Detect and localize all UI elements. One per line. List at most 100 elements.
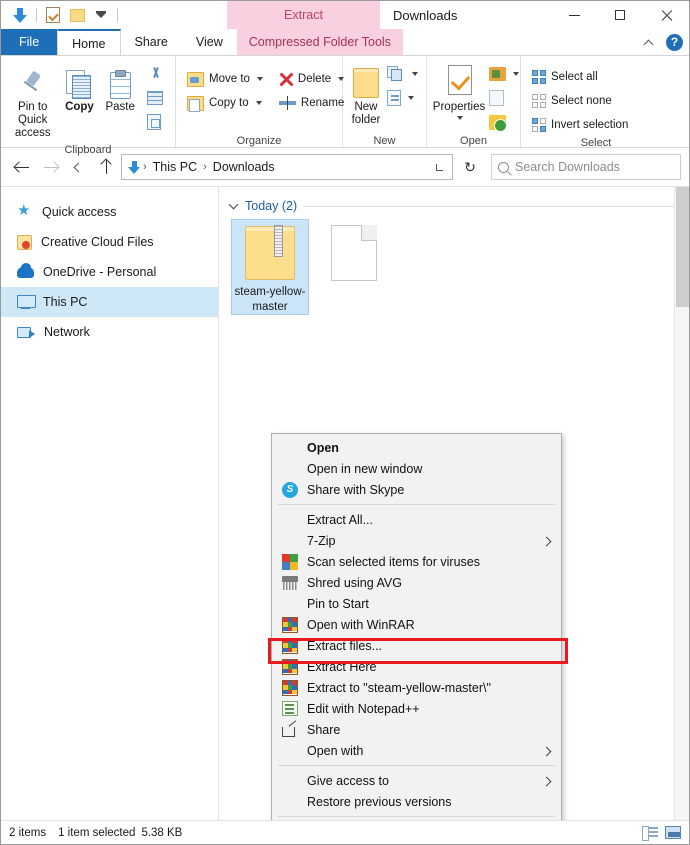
menu-icon-none	[280, 595, 300, 612]
search-input[interactable]: Search Downloads	[515, 160, 620, 174]
breadcrumb[interactable]: › This PC › Downloads	[121, 154, 453, 180]
avg-icon	[280, 553, 300, 570]
sidebar-item-this-pc[interactable]: This PC	[1, 287, 218, 317]
menu-item-open-in-new-window[interactable]: Open in new window	[272, 458, 561, 479]
sidebar-item-creative-cloud-files-label: Creative Cloud Files	[41, 235, 154, 249]
pin-to-quick-access-label: Pin to Quick access	[9, 101, 56, 141]
menu-item-open-with[interactable]: Open with	[272, 740, 561, 761]
menu-item-open[interactable]: Open	[272, 437, 561, 458]
group-header-today[interactable]: Today (2)	[229, 199, 689, 213]
menu-item-shred-using-avg[interactable]: Shred using AVG	[272, 572, 561, 593]
copy-label: Copy	[65, 101, 94, 114]
downloads-arrow-icon[interactable]	[9, 4, 31, 26]
sidebar-item-onedrive[interactable]: OneDrive - Personal	[1, 257, 218, 287]
paste-shortcut-button[interactable]	[142, 111, 169, 133]
new-folder-icon[interactable]	[66, 4, 88, 26]
help-icon[interactable]: ?	[666, 34, 683, 51]
file-tile-doc[interactable]	[315, 219, 393, 315]
delete-button[interactable]: Delete	[274, 68, 349, 90]
easy-access-icon	[387, 90, 401, 106]
tab-compressed-folder-tools-label: Compressed Folder Tools	[249, 35, 391, 49]
menu-item-extract-all[interactable]: Extract All...	[272, 509, 561, 530]
edit-button[interactable]	[487, 87, 521, 109]
sidebar-item-creative-cloud-files[interactable]: Creative Cloud Files	[1, 227, 218, 257]
menu-item-extract-to-folder[interactable]: Extract to "steam-yellow-master\"	[272, 677, 561, 698]
contextual-tab-header[interactable]: Extract	[227, 1, 380, 29]
large-icons-view-icon[interactable]	[665, 826, 681, 839]
easy-access-button[interactable]	[385, 87, 420, 109]
chevron-down-icon[interactable]	[229, 201, 239, 211]
tab-view[interactable]: View	[182, 29, 237, 55]
search-box[interactable]: Search Downloads	[491, 154, 681, 180]
breadcrumb-item-this-pc[interactable]: This PC	[148, 160, 202, 174]
move-to-button[interactable]: Move to	[182, 68, 268, 90]
file-tile-zip[interactable]: steam-yellow-master	[231, 219, 309, 315]
pin-to-quick-access-button[interactable]: Pin to Quick access	[7, 61, 58, 144]
menu-item-share-with-skype[interactable]: S Share with Skype	[272, 479, 561, 500]
ribbon-group-select-label: Select	[521, 136, 671, 149]
cut-icon	[147, 66, 164, 83]
sidebar-item-quick-access[interactable]: Quick access	[1, 197, 218, 227]
invert-selection-button[interactable]: Invert selection	[527, 114, 633, 136]
copy-button[interactable]: Copy	[60, 61, 98, 117]
delete-label: Delete	[298, 73, 331, 85]
tab-file[interactable]: File	[1, 29, 57, 55]
properties-button[interactable]: Properties	[433, 61, 485, 123]
status-size: 5.38 KB	[141, 827, 182, 839]
open-button[interactable]	[487, 63, 521, 85]
menu-item-7zip[interactable]: 7-Zip	[272, 530, 561, 551]
breadcrumb-item-downloads[interactable]: Downloads	[208, 160, 280, 174]
ribbon-group-clipboard: Pin to Quick access Copy Paste Clipboard	[1, 56, 176, 149]
new-item-button[interactable]	[385, 63, 420, 85]
select-none-button[interactable]: Select none	[527, 90, 633, 112]
customize-caret-icon[interactable]	[90, 4, 112, 26]
history-button[interactable]	[487, 111, 521, 133]
sidebar-item-network-label: Network	[44, 325, 90, 339]
menu-item-pin-to-start[interactable]: Pin to Start	[272, 593, 561, 614]
title-bar: Extract Downloads	[1, 1, 689, 29]
up-button[interactable]	[93, 154, 119, 180]
menu-item-restore-previous-versions[interactable]: Restore previous versions	[272, 791, 561, 812]
menu-item-pin-to-start-label: Pin to Start	[307, 597, 551, 611]
copy-to-caret-icon	[256, 101, 262, 105]
paste-button[interactable]: Paste	[100, 61, 140, 117]
quick-access-toolbar	[1, 1, 121, 29]
tab-home[interactable]: Home	[57, 29, 120, 56]
menu-item-edit-with-notepadpp[interactable]: Edit with Notepad++	[272, 698, 561, 719]
refresh-button[interactable]: ↻	[457, 154, 483, 180]
collapse-ribbon-icon[interactable]	[645, 38, 654, 47]
copy-path-icon	[147, 91, 163, 105]
scrollbar-thumb[interactable]	[676, 187, 689, 307]
properties-icon[interactable]	[42, 4, 64, 26]
tab-compressed-folder-tools[interactable]: Compressed Folder Tools	[237, 29, 403, 55]
rename-button[interactable]: Rename	[274, 92, 349, 114]
recent-locations-button[interactable]	[65, 154, 91, 180]
details-view-icon[interactable]	[642, 826, 658, 839]
sidebar-item-quick-access-label: Quick access	[42, 205, 116, 219]
breadcrumb-dropdown-icon[interactable]	[428, 155, 450, 179]
menu-item-extract-files[interactable]: Extract files...	[272, 635, 561, 656]
maximize-button[interactable]	[597, 1, 643, 29]
context-menu[interactable]: Open Open in new window S Share with Sky…	[271, 433, 562, 820]
sidebar-item-network[interactable]: Network	[1, 317, 218, 347]
chevron-right-icon	[543, 747, 551, 755]
menu-item-scan-for-viruses[interactable]: Scan selected items for viruses	[272, 551, 561, 572]
menu-item-give-access-to[interactable]: Give access to	[272, 770, 561, 791]
sidebar-item-this-pc-label: This PC	[43, 295, 87, 309]
vertical-scrollbar[interactable]	[674, 187, 689, 820]
copy-to-button[interactable]: Copy to	[182, 92, 268, 114]
cut-button[interactable]	[142, 63, 169, 85]
copy-path-button[interactable]	[142, 87, 169, 109]
forward-button[interactable]	[37, 154, 63, 180]
close-button[interactable]	[643, 1, 689, 29]
menu-item-share[interactable]: Share	[272, 719, 561, 740]
new-folder-button[interactable]: New folder	[349, 61, 383, 130]
menu-item-extract-here[interactable]: Extract Here	[272, 656, 561, 677]
select-all-button[interactable]: Select all	[527, 66, 633, 88]
share-icon	[280, 721, 300, 738]
tab-share[interactable]: Share	[121, 29, 182, 55]
copy-to-label: Copy to	[209, 97, 249, 109]
minimize-button[interactable]	[551, 1, 597, 29]
back-button[interactable]	[9, 154, 35, 180]
menu-item-open-with-winrar[interactable]: Open with WinRAR	[272, 614, 561, 635]
